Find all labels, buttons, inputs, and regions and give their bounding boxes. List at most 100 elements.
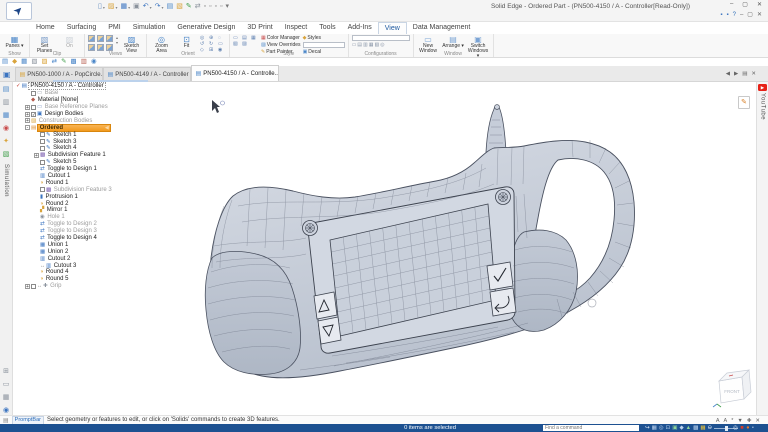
tree-item-base-reference-planes[interactable]: +▭Base Reference Planes bbox=[14, 104, 136, 111]
tab-list-icon[interactable]: ▤ bbox=[742, 71, 747, 77]
sync-a-button[interactable]: ▪ bbox=[720, 12, 722, 18]
view-preset-icon[interactable] bbox=[88, 35, 95, 42]
undo-dropdown[interactable]: ▾ bbox=[150, 5, 152, 10]
sync-b-button[interactable]: ▪ bbox=[726, 12, 728, 18]
ribbon-tab-3d-print[interactable]: 3D Print bbox=[241, 22, 278, 34]
ribbon-tab-pmi[interactable]: PMI bbox=[102, 22, 126, 34]
tree-item-subdivision-feature-1[interactable]: +▩Subdivision Feature 1 bbox=[14, 152, 136, 159]
pathfinder-icon[interactable]: ▤ bbox=[3, 86, 10, 94]
view-style-icon-3[interactable]: ▦ bbox=[251, 35, 259, 41]
feature-playback-icon[interactable]: ⊞ bbox=[3, 368, 9, 376]
tree-item-sketch-4[interactable]: ✎Sketch 4 bbox=[14, 145, 136, 152]
sketch-view-icon[interactable]: ▲ bbox=[686, 425, 691, 431]
tree-expand-toggle[interactable]: + bbox=[25, 284, 30, 289]
select-arrow-icon[interactable]: ↪ bbox=[645, 425, 650, 431]
tree-expand-toggle[interactable]: + bbox=[25, 118, 30, 123]
tab-close-icon[interactable]: ✕ bbox=[751, 71, 756, 77]
feature-9-icon[interactable]: ▥ bbox=[81, 58, 87, 66]
scroll-down-icon[interactable]: ▾ bbox=[116, 40, 118, 45]
record-icon[interactable]: ■ bbox=[740, 425, 743, 431]
close-prompt-icon[interactable]: ✕ bbox=[755, 418, 760, 424]
collapse-icon[interactable]: ▼ bbox=[737, 418, 742, 424]
ribbon-tab-view[interactable]: View bbox=[378, 22, 407, 34]
new-document-icon[interactable]: ▯ bbox=[98, 3, 102, 11]
tree-item-toggle-to-design-2[interactable]: ⇄Toggle to Design 2 bbox=[14, 221, 136, 228]
panes-button[interactable]: ▦Panes ▾ bbox=[3, 35, 26, 49]
tree-visibility-checkbox[interactable] bbox=[31, 105, 36, 110]
tree-item-subdivision-feature-3[interactable]: ▩Subdivision Feature 3 bbox=[14, 186, 136, 193]
feature-2-icon[interactable]: ◆ bbox=[12, 58, 17, 66]
common-views-icon[interactable]: ▦ bbox=[700, 425, 705, 431]
doc-close-button[interactable]: ✕ bbox=[757, 11, 762, 18]
pan-icon[interactable]: ▣ bbox=[672, 425, 677, 431]
tree-item-hole-1[interactable]: ◉Hole 1 bbox=[14, 214, 136, 221]
ribbon-tab-simulation[interactable]: Simulation bbox=[127, 22, 172, 34]
new-document-dropdown[interactable]: ▾ bbox=[103, 5, 105, 10]
view-style-icon[interactable]: ▤ bbox=[167, 3, 174, 11]
tree-item-material-none[interactable]: ◆Material [None] bbox=[14, 97, 136, 104]
tree-visibility-checkbox[interactable] bbox=[40, 132, 45, 137]
feature-4-icon[interactable]: ▧ bbox=[31, 58, 37, 66]
tree-expand-toggle[interactable]: + bbox=[25, 105, 30, 110]
tree-item-toggle-to-design-3[interactable]: ⇄Toggle to Design 3 bbox=[14, 228, 136, 235]
tree-item-ordered[interactable]: -▤Ordered◀ bbox=[14, 124, 136, 131]
view-cube[interactable]: FRONT bbox=[713, 370, 751, 407]
zoom-icon[interactable]: ◎ bbox=[659, 425, 664, 431]
help-button[interactable]: ? bbox=[733, 12, 736, 18]
tree-item-sketch-1[interactable]: ✎Sketch 1 bbox=[14, 131, 136, 138]
font-large-icon[interactable]: A bbox=[716, 418, 720, 424]
tab-forward-icon[interactable]: ▶ bbox=[734, 71, 738, 77]
tree-item-toggle-to-design-1[interactable]: ⇄Toggle to Design 1 bbox=[14, 166, 136, 173]
tree-item-union-2[interactable]: ▦Union 2 bbox=[14, 248, 136, 255]
sensors-icon[interactable]: ◉ bbox=[3, 125, 9, 133]
journal-icon[interactable]: ✎ bbox=[738, 96, 750, 109]
ribbon-tab-inspect[interactable]: Inspect bbox=[279, 22, 314, 34]
ribbon-tab-surfacing[interactable]: Surfacing bbox=[61, 22, 103, 34]
tab-back-icon[interactable]: ◀ bbox=[726, 71, 730, 77]
fit-icon[interactable]: ⊡ bbox=[666, 425, 671, 431]
open-icon[interactable]: ▨ bbox=[108, 3, 115, 11]
web-browser-icon[interactable]: ◉ bbox=[3, 407, 9, 415]
config-icon-2[interactable]: ▤ bbox=[357, 42, 362, 48]
document-tab-pn500-4149-a-controller[interactable]: ▤PN500-4149 / A - Controller bbox=[103, 67, 191, 81]
solid-edge-logo-icon[interactable]: ➤ bbox=[6, 2, 32, 20]
redo-dropdown[interactable]: ▾ bbox=[162, 5, 164, 10]
redo-icon[interactable]: ↷ bbox=[155, 3, 161, 11]
simulation-tab[interactable]: Simulation bbox=[3, 164, 9, 197]
color-manager-button[interactable]: ▦Color Manager bbox=[261, 35, 301, 41]
highlight-icon[interactable]: * bbox=[731, 418, 733, 424]
tree-visibility-checkbox[interactable] bbox=[31, 91, 36, 96]
ribbon-tab-home[interactable]: Home bbox=[30, 22, 61, 34]
tree-item-pn500-4150-a-controller[interactable]: ✓▤PN500-4150 / A - Controller bbox=[14, 83, 136, 90]
maximize-button[interactable]: ▢ bbox=[742, 1, 748, 8]
tree-item-toggle-to-design-4[interactable]: ⇄Toggle to Design 4 bbox=[14, 235, 136, 242]
tree-item-round-2[interactable]: ◑Round 2 bbox=[14, 200, 136, 207]
feature-10-icon[interactable]: ◉ bbox=[91, 58, 97, 66]
tree-item-sketch-3[interactable]: ✎Sketch 3 bbox=[14, 138, 136, 145]
tree-item-round-5[interactable]: ◑Round 5 bbox=[14, 276, 136, 283]
select-icon[interactable]: ▧ bbox=[176, 3, 183, 11]
grid-options-icon[interactable]: ▦ bbox=[3, 394, 10, 402]
tree-item-cutout-3[interactable]: ↔▥Cutout 3 bbox=[14, 262, 136, 269]
minimize-button[interactable]: – bbox=[730, 1, 733, 8]
view-overrides-button[interactable]: ▨View Overrides bbox=[261, 42, 301, 48]
find-command-input[interactable] bbox=[543, 425, 639, 431]
tree-visibility-checkbox[interactable]: ✓ bbox=[31, 112, 36, 117]
library-icon[interactable]: ▥ bbox=[3, 99, 10, 107]
tree-item-mirror-1[interactable]: ▞Mirror 1 bbox=[14, 207, 136, 214]
tree-visibility-checkbox[interactable] bbox=[40, 160, 45, 165]
feature-8-icon[interactable]: ▩ bbox=[71, 58, 77, 66]
view-preset-icon[interactable] bbox=[106, 44, 113, 51]
feature-7-icon[interactable]: ✎ bbox=[61, 58, 66, 66]
youtube-icon[interactable]: ▶ bbox=[758, 84, 767, 91]
measure-icon[interactable]: ⇄ bbox=[195, 3, 201, 11]
print-icon[interactable]: ▣ bbox=[133, 3, 140, 11]
fit-button[interactable]: ⊡Fit bbox=[175, 35, 198, 49]
config-icon-4[interactable]: ▦ bbox=[369, 42, 374, 48]
family-of-parts-icon[interactable]: ▦ bbox=[3, 112, 10, 120]
arrange-button[interactable]: ▤Arrange ▾ bbox=[442, 35, 465, 49]
customize-icon[interactable]: ▭ bbox=[3, 381, 10, 389]
youtube-tab[interactable]: YouTube bbox=[760, 93, 766, 120]
layers-icon[interactable]: ▧ bbox=[3, 151, 10, 159]
tree-visibility-checkbox[interactable] bbox=[31, 284, 36, 289]
